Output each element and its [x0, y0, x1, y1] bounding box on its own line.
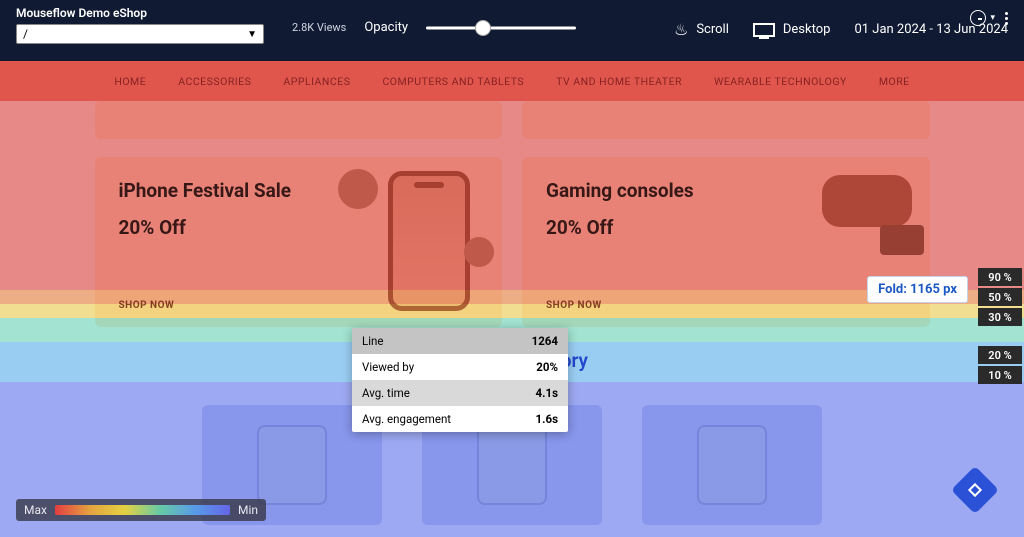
- slider-thumb[interactable]: [476, 21, 490, 35]
- percent-marker[interactable]: 20 %: [978, 346, 1022, 364]
- percent-marker[interactable]: 10 %: [978, 366, 1022, 384]
- desktop-icon: [753, 23, 775, 37]
- phone-illustration: [388, 171, 470, 311]
- promo-card: [95, 101, 503, 139]
- more-menu-icon[interactable]: [1005, 12, 1008, 25]
- promo-card-iphone[interactable]: iPhone Festival Sale 20% Off SHOP NOW: [95, 157, 503, 327]
- device-filter-label: Desktop: [783, 22, 831, 37]
- site-primary-nav: HOME ACCESSORIES APPLIANCES COMPUTERS AN…: [0, 61, 1024, 101]
- chevron-down-icon[interactable]: ▾: [990, 13, 995, 23]
- nav-item[interactable]: COMPUTERS AND TABLETS: [366, 61, 540, 102]
- percent-marker[interactable]: 90 %: [978, 268, 1022, 286]
- views-count: 2.8K Views: [292, 21, 346, 34]
- page-title: Mouseflow Demo eShop: [16, 6, 264, 20]
- legend-min: Min: [238, 503, 258, 517]
- shop-now-link[interactable]: SHOP NOW: [546, 300, 602, 311]
- scroll-tooltip: Line 1264 Viewed by 20% Avg. time 4.1s Avg.…: [352, 328, 568, 432]
- device-filter-button[interactable]: Desktop: [753, 22, 831, 37]
- fold-indicator[interactable]: Fold: 1165 px: [867, 276, 968, 303]
- legend-max: Max: [24, 503, 47, 517]
- flame-icon: ♨: [674, 20, 688, 39]
- nav-item[interactable]: ACCESSORIES: [162, 61, 267, 102]
- opacity-label: Opacity: [364, 20, 408, 35]
- tooltip-label: Avg. time: [362, 386, 410, 400]
- help-icon: [968, 483, 982, 497]
- chevron-down-icon: ▼: [247, 29, 257, 40]
- nav-item[interactable]: APPLIANCES: [267, 61, 366, 102]
- tooltip-value: 4.1s: [536, 386, 558, 400]
- tooltip-value: 1264: [532, 334, 558, 348]
- url-selector[interactable]: / ▼: [16, 24, 264, 44]
- tooltip-value: 20%: [536, 360, 558, 374]
- tooltip-label: Avg. engagement: [362, 412, 451, 426]
- tooltip-label: Viewed by: [362, 360, 414, 374]
- promo-card: [522, 101, 930, 139]
- heatmap-mode-label: Scroll: [696, 22, 729, 37]
- category-card[interactable]: [642, 405, 822, 525]
- app-topbar: Mouseflow Demo eShop / ▼ 2.8K Views Opac…: [0, 0, 1024, 61]
- url-selector-value: /: [23, 27, 28, 41]
- tooltip-label: Line: [362, 334, 383, 348]
- legend-gradient: [55, 505, 230, 515]
- percent-marker[interactable]: 30 %: [978, 308, 1022, 326]
- nav-item[interactable]: MORE: [863, 61, 926, 102]
- heatmap-mode-button[interactable]: ♨ Scroll: [674, 20, 729, 39]
- shop-now-link[interactable]: SHOP NOW: [119, 300, 175, 311]
- heatmap-legend: Max Min: [16, 499, 266, 521]
- tooltip-value: 1.6s: [536, 412, 558, 426]
- nav-item[interactable]: WEARABLE TECHNOLOGY: [698, 61, 863, 102]
- vr-illustration: [822, 175, 912, 227]
- percent-marker[interactable]: 50 %: [978, 288, 1022, 306]
- nav-item[interactable]: HOME: [98, 61, 162, 102]
- recent-icon[interactable]: [970, 10, 986, 26]
- nav-item[interactable]: TV AND HOME THEATER: [540, 61, 698, 102]
